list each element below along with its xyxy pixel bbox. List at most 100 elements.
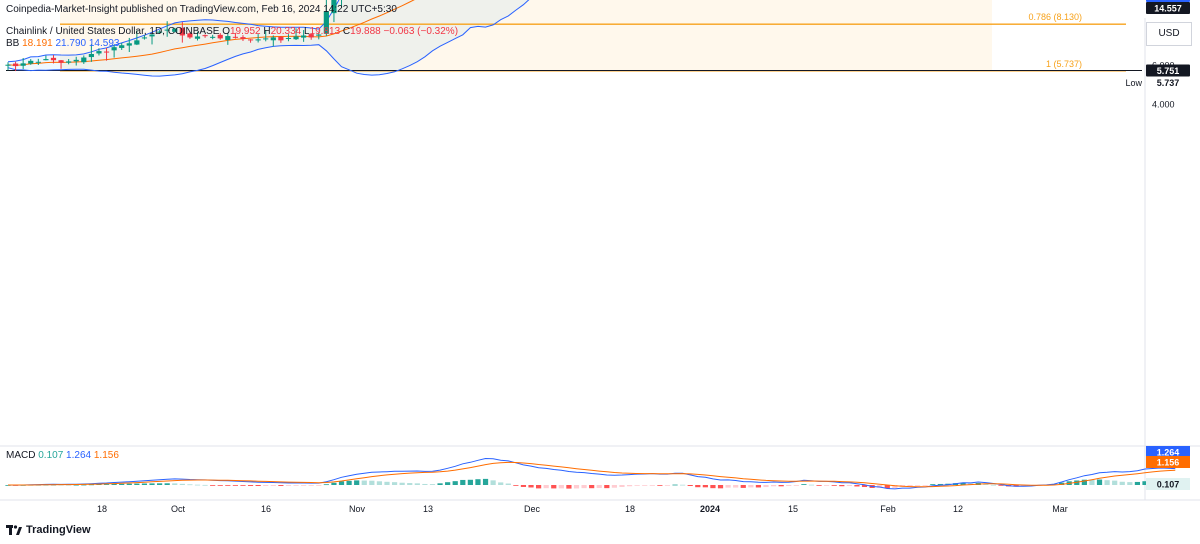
macd-hist-bar — [414, 483, 420, 485]
macd-hist-bar — [854, 485, 860, 487]
macd-hist-bar — [429, 484, 436, 485]
macd-hist-bar — [824, 485, 830, 486]
macd-hist-bar — [573, 485, 580, 489]
macd-hist-bar — [376, 481, 383, 485]
x-tick-label: 15 — [788, 504, 798, 514]
macd-hist-bar — [596, 485, 602, 489]
macd-hist-bar — [187, 484, 193, 486]
x-tick-label: Oct — [171, 504, 186, 514]
macd-hist-bar — [285, 485, 292, 486]
macd-hist-bar — [452, 481, 458, 485]
macd-hist-bar — [1104, 480, 1110, 485]
macd-hist-bar — [1096, 479, 1103, 485]
macd-hist-bar — [763, 485, 769, 488]
macd-hist-bar — [399, 482, 405, 485]
x-tick-label: Feb — [880, 504, 896, 514]
x-tick-label: Nov — [349, 504, 366, 514]
macd-hist-bar — [407, 483, 413, 485]
macd-hist-bar — [513, 485, 519, 486]
macd-hist-bar — [990, 484, 996, 486]
macd-hist-bar — [293, 485, 299, 486]
macd-hist-bar — [445, 482, 451, 485]
macd-hist-bar — [460, 479, 466, 485]
x-tick-label: 12 — [953, 504, 963, 514]
bb-basis-value: 18.191 — [22, 38, 53, 49]
macd-hist-bar — [528, 485, 534, 488]
macd-hist-bar — [604, 485, 610, 489]
price-label-text: 14.593 — [1154, 0, 1182, 2]
macd-hist-bar — [247, 485, 254, 486]
candle-body — [240, 37, 246, 39]
macd-hist-bar — [1089, 479, 1095, 485]
macd-hist-bar — [278, 485, 284, 486]
bb-legend[interactable]: BB 18.191 21.790 14.593 — [6, 38, 119, 49]
macd-hist-bar — [308, 485, 314, 486]
macd-hist-bar — [634, 485, 640, 486]
macd-hist-bar — [202, 484, 208, 486]
fib-level-label: 0.786 (8.130) — [1028, 12, 1082, 22]
macd-hist-bar — [801, 484, 807, 485]
chart-canvas[interactable]: 0 (16.920)0.236 (14.381)0.382 (12.648)0.… — [0, 0, 1200, 544]
macd-hist-bar — [149, 483, 155, 485]
macd-hist-bar — [391, 482, 398, 485]
macd-hist-bar — [172, 483, 178, 485]
macd-hist-bar — [680, 484, 686, 486]
macd-hist-bar — [619, 485, 625, 487]
macd-hist-bar — [498, 482, 504, 485]
x-tick-label: 18 — [625, 504, 635, 514]
macd-hist-bar — [839, 485, 845, 487]
macd-hist-bar — [642, 485, 648, 486]
tradingview-logo[interactable]: TradingView — [6, 524, 91, 536]
macd-hist-bar — [687, 485, 693, 487]
ohlc-legend: Chainlink / United States Dollar, 1D, CO… — [6, 26, 458, 37]
macd-legend[interactable]: MACD 0.107 1.264 1.156 — [6, 450, 119, 461]
macd-hist-bar — [543, 485, 549, 489]
macd-hist-bar — [210, 485, 216, 486]
candle-body — [255, 39, 261, 41]
candle-body — [247, 39, 254, 41]
macd-hist-bar — [786, 485, 792, 486]
macd-hist-bar — [157, 483, 163, 485]
price-label-text: 14.557 — [1154, 4, 1182, 14]
candle-body — [5, 64, 11, 66]
macd-hist-bar — [346, 480, 352, 485]
candle-body — [20, 63, 26, 66]
macd-hist-bar — [225, 485, 231, 486]
x-tick-label: 13 — [423, 504, 433, 514]
candle-body — [103, 51, 110, 53]
candle-body — [58, 60, 64, 63]
currency-selector[interactable]: USD — [1146, 22, 1192, 46]
macd-hist-bar — [793, 485, 799, 486]
macd-hist-bar — [126, 483, 132, 485]
macd-hist-bar — [263, 485, 269, 486]
high-value: 20.334 — [270, 26, 302, 37]
x-tick-label: Dec — [524, 504, 541, 514]
candle-body — [134, 40, 140, 45]
macd-hist-bar — [611, 485, 617, 488]
macd-hist-bar — [536, 485, 542, 489]
macd-hist-bar — [338, 481, 345, 485]
x-tick-label: 18 — [97, 504, 107, 514]
macd-hist-bar — [141, 483, 148, 485]
macd-hist-bar — [490, 480, 496, 485]
macd-hist-bar — [702, 485, 708, 488]
macd-hist-bar — [816, 485, 822, 486]
candle-body — [12, 63, 19, 67]
bb-lower-value: 14.593 — [88, 38, 120, 49]
fib-level-label: 1 (5.737) — [1046, 59, 1082, 69]
x-tick-label: 2024 — [700, 504, 720, 514]
macd-hist-value: 0.107 — [38, 450, 64, 461]
macd-hist-bar — [566, 485, 572, 489]
macd-hist-bar — [657, 485, 663, 486]
macd-line-value: 1.264 — [66, 450, 92, 461]
macd-hist-bar — [255, 485, 261, 487]
macd-hist-bar — [422, 483, 428, 485]
candle-body — [278, 36, 284, 41]
macd-hist-bar — [664, 485, 671, 486]
brand-label: TradingView — [26, 524, 91, 536]
macd-hist-bar — [316, 485, 322, 486]
candle-body — [96, 51, 102, 54]
macd-hist-bar — [179, 483, 185, 485]
candle-body — [43, 59, 49, 61]
macd-hist-bar — [384, 481, 390, 485]
